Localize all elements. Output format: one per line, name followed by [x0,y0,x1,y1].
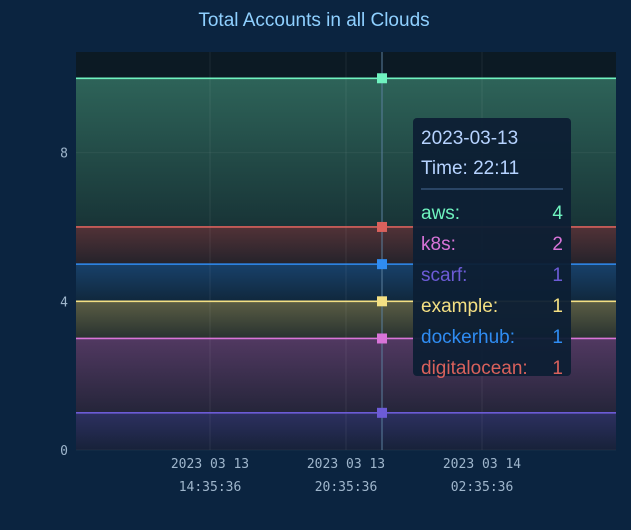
point-marker-example[interactable] [377,296,387,307]
tooltip-row: scarf: 1 [421,260,563,291]
tooltip-divider [421,188,563,190]
point-marker-k8s[interactable] [377,333,387,344]
x-tick-date: 2023 03 13 [171,457,249,472]
x-tick-time: 14:35:36 [179,480,242,495]
tooltip-series-label: dockerhub: [421,327,516,348]
tooltip-series-label: aws: [421,203,461,224]
tooltip-series-label: k8s: [421,234,456,255]
point-marker-aws[interactable] [377,73,387,84]
tooltip-row: example: 1 [421,291,563,322]
tooltip-series-label: example: [421,296,499,317]
tooltip-row: k8s: 2 [421,229,563,260]
tooltip-series-value: 1 [552,358,563,379]
tooltip-series-value: 2 [552,234,563,255]
x-tick-date: 2023 03 14 [443,457,521,472]
tooltip-series-value: 1 [552,265,563,286]
chart-container: Total Accounts in all Clouds 0 4 8 2023 03… [0,0,631,530]
tooltip-series-value: 1 [552,296,563,317]
chart-title: Total Accounts in all Clouds [198,10,429,31]
x-tick-date: 2023 03 13 [307,457,385,472]
x-tick-time: 20:35:36 [315,480,378,495]
tooltip-series-label: digitalocean: [421,358,528,379]
point-marker-scarf[interactable] [377,407,387,418]
tooltip-row: digitalocean: 1 [421,353,563,384]
tooltip-row: dockerhub: 1 [421,322,563,353]
tooltip-series-value: 4 [552,203,563,224]
y-tick-label: 4 [60,295,68,310]
tooltip-time: Time: 22:11 [421,158,520,179]
point-marker-dockerhub[interactable] [377,259,387,270]
x-tick-time: 02:35:36 [451,480,514,495]
tooltip-row: aws: 4 [421,198,563,229]
tooltip-date: 2023-03-13 [421,128,519,149]
y-tick-label: 0 [60,444,68,459]
y-tick-label: 8 [60,147,68,162]
point-marker-digitalocean[interactable] [377,221,387,232]
hover-tooltip: 2023-03-13 Time: 22:11 aws: 4 k8s: 2 scarf: 1… [413,118,571,379]
tooltip-series-value: 1 [552,327,563,348]
tooltip-series-label: scarf: [421,265,468,286]
